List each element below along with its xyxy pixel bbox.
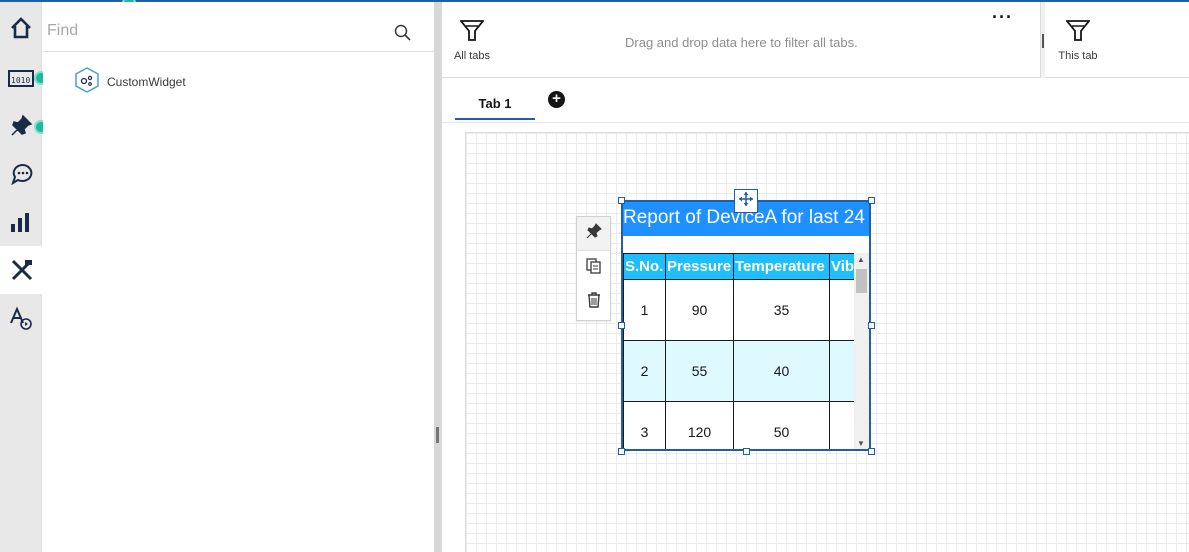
add-tab-button[interactable]: + [548,91,565,108]
app-window: 1010 Find CustomWidget All tabs Drag and… [0,0,1189,552]
this-tab-label: This tab [1058,50,1098,62]
rail-conversation[interactable] [0,150,42,198]
search-icon[interactable] [394,24,412,47]
all-tabs-filter-button[interactable]: All tabs [447,20,497,62]
table-cell [829,340,854,402]
column-header[interactable]: Pressure [665,253,734,280]
filter-icon [1065,20,1091,46]
pin-widget-button[interactable] [577,217,610,251]
copy-icon [585,257,602,279]
all-tabs-label: All tabs [453,50,491,62]
table-cell: 40 [733,340,830,402]
panel-splitter[interactable] [434,2,442,552]
table-cell: 120 [665,401,734,449]
table-widget[interactable]: Report of DeviceA for last 24 S.No. Pres… [621,200,871,451]
table-cell: 2 [623,340,666,402]
pin-icon [586,223,602,244]
resize-handle[interactable] [868,322,875,329]
report-table: S.No. Pressure Temperature Vib 1 90 35 2 [623,253,854,449]
left-rail: 1010 [0,2,43,552]
table-cell: 90 [665,279,734,341]
table-viewport: S.No. Pressure Temperature Vib 1 90 35 2 [623,253,854,449]
move-handle[interactable] [734,189,758,213]
rail-visualizations[interactable] [0,198,42,246]
tools-icon [10,258,34,282]
chart-icon [9,210,33,234]
svg-text:1010: 1010 [11,76,30,85]
scroll-down-icon[interactable]: ▼ [857,439,865,448]
rail-text-style[interactable] [0,294,42,342]
table-cell: 50 [733,401,830,449]
conversation-icon [9,162,33,186]
table-row: 1 90 35 [623,279,854,341]
scrollbar-thumb[interactable] [856,269,867,293]
table-row: 2 55 40 [623,340,854,402]
table-cell: 3 [623,401,666,449]
separator-grip-icon[interactable] [1042,34,1044,48]
more-options-button[interactable]: ··· [992,7,1013,28]
resize-handle[interactable] [618,448,625,455]
splitter-grip-icon[interactable] [436,427,439,443]
move-icon [738,191,754,212]
widget-list-item-label: CustomWidget [107,75,186,89]
table-header-row: S.No. Pressure Temperature Vib [623,253,854,280]
table-cell [829,401,854,449]
resize-handle[interactable] [868,197,875,204]
trash-icon [586,291,602,313]
scroll-up-icon[interactable]: ▲ [857,255,865,264]
tab-bar: Tab 1 + [442,79,1189,123]
text-style-icon [9,306,33,330]
this-tab-filter-button[interactable]: This tab [1053,20,1103,62]
delete-widget-button[interactable] [577,285,610,319]
resize-handle[interactable] [618,197,625,204]
find-row [43,2,435,52]
filter-bar: All tabs Drag and drop data here to filt… [442,2,1189,78]
hexagon-widget-icon [75,66,99,98]
find-input[interactable] [47,22,347,40]
column-header[interactable]: Temperature [733,253,830,280]
resize-handle[interactable] [868,448,875,455]
widget-toolbar [576,216,611,321]
resize-handle[interactable] [743,448,750,455]
duplicate-widget-button[interactable] [577,251,610,285]
table-cell: 1 [623,279,666,341]
tab-1[interactable]: Tab 1 [455,93,535,120]
widget-panel: CustomWidget [43,2,435,552]
table-cell: 55 [665,340,734,402]
widget-list-item[interactable]: CustomWidget [75,66,186,98]
filter-icon [459,20,485,46]
rail-tools[interactable] [0,246,43,294]
filter-drop-hint: Drag and drop data here to filter all ta… [625,35,858,50]
table-cell [829,279,854,341]
table-scrollbar[interactable]: ▲ ▼ [854,253,869,449]
column-header[interactable]: Vib [829,253,854,280]
home-icon [9,16,33,40]
column-header[interactable]: S.No. [623,253,666,280]
rail-home[interactable] [0,4,42,52]
data-source-icon: 1010 [8,68,34,88]
resize-handle[interactable] [618,322,625,329]
table-row: 3 120 50 [623,401,854,449]
pin-icon [9,114,33,138]
table-cell: 35 [733,279,830,341]
